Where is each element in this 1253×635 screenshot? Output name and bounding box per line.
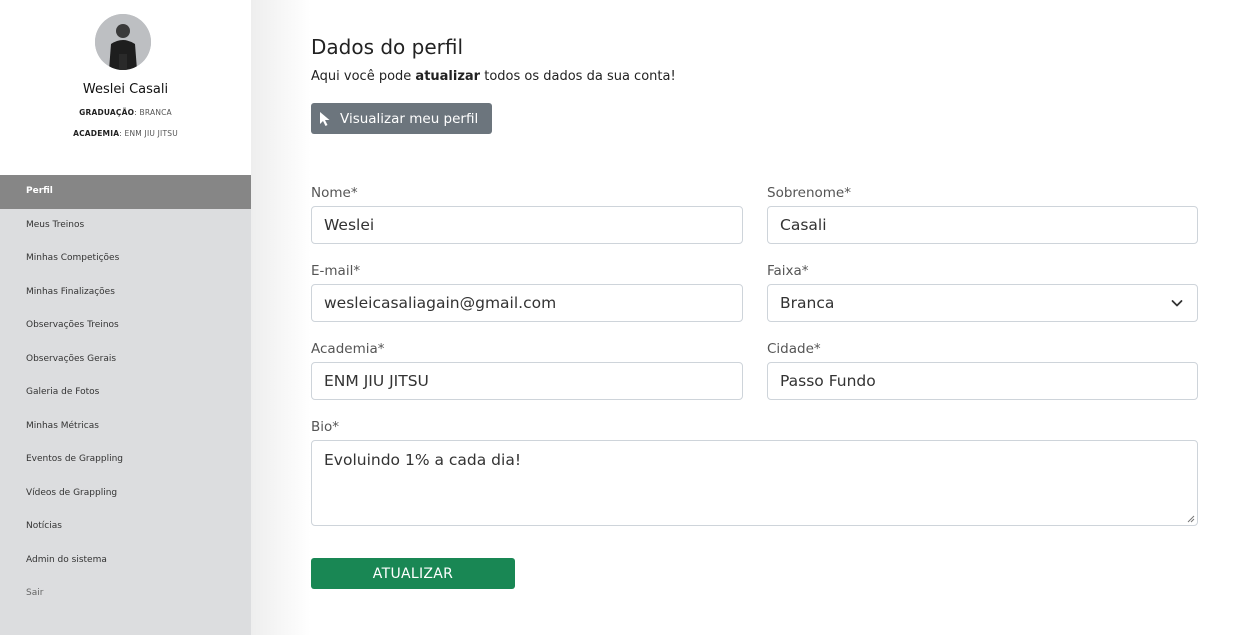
sidebar-item-observacoes-gerais[interactable]: Observações Gerais — [0, 343, 251, 377]
user-academy: ACADEMIA: ENM JIU JITSU — [0, 129, 251, 138]
sidebar-item-meus-treinos[interactable]: Meus Treinos — [0, 209, 251, 243]
email-label: E-mail* — [311, 263, 361, 279]
view-profile-label: Visualizar meu perfil — [340, 110, 479, 127]
city-input[interactable]: Passo Fundo — [767, 362, 1198, 400]
bio-value: Evoluindo 1% a cada dia! — [324, 451, 522, 469]
sidebar-item-galeria-de-fotos[interactable]: Galeria de Fotos — [0, 376, 251, 410]
subtitle-prefix: Aqui você pode — [311, 69, 416, 84]
sidebar-item-sair[interactable]: Sair — [0, 577, 251, 611]
sidebar-item-eventos-de-grappling[interactable]: Eventos de Grappling — [0, 443, 251, 477]
sidebar-item-admin-do-sistema[interactable]: Admin do sistema — [0, 544, 251, 578]
sidebar-item-noticias[interactable]: Notícias — [0, 510, 251, 544]
academy-value: : ENM JIU JITSU — [119, 129, 178, 138]
app: Weslei Casali GRADUAÇÃO: BRANCA ACADEMIA… — [0, 0, 1253, 635]
bio-label: Bio* — [311, 419, 340, 435]
avatar — [95, 14, 151, 70]
subtitle-bold: atualizar — [415, 69, 481, 84]
last-name-input[interactable]: Casali — [767, 206, 1198, 244]
user-name: Weslei Casali — [82, 82, 169, 97]
belt-label: Faixa* — [767, 263, 809, 279]
page-subtitle: Aqui você pode atualizar todos os dados … — [311, 69, 676, 84]
sidebar-item-minhas-finalizacoes[interactable]: Minhas Finalizações — [0, 276, 251, 310]
graduation-value: : BRANCA — [134, 108, 172, 117]
sidebar-item-perfil[interactable]: Perfil — [0, 175, 251, 209]
profile-card: Weslei Casali GRADUAÇÃO: BRANCA ACADEMIA… — [0, 0, 251, 175]
page-title: Dados do perfil — [311, 35, 464, 59]
academy-field-label: Academia* — [311, 341, 385, 357]
cursor-pointer-icon — [320, 111, 330, 126]
chevron-down-icon — [1171, 300, 1183, 307]
last-name-label: Sobrenome* — [767, 185, 851, 201]
resize-handle-icon[interactable] — [1186, 514, 1195, 523]
sidebar-shadow — [251, 0, 311, 635]
sidebar-item-observacoes-treinos[interactable]: Observações Treinos — [0, 309, 251, 343]
academy-label: ACADEMIA — [73, 129, 120, 138]
first-name-input[interactable]: Weslei — [311, 206, 743, 244]
user-graduation: GRADUAÇÃO: BRANCA — [0, 108, 251, 117]
first-name-label: Nome* — [311, 185, 358, 201]
graduation-label: GRADUAÇÃO — [79, 108, 135, 117]
view-profile-button[interactable]: Visualizar meu perfil — [311, 103, 492, 134]
sidebar-item-minhas-metricas[interactable]: Minhas Métricas — [0, 410, 251, 444]
subtitle-suffix: todos os dados da sua conta! — [480, 69, 676, 84]
sidebar-item-videos-de-grappling[interactable]: Vídeos de Grappling — [0, 477, 251, 511]
belt-select[interactable]: Branca — [767, 284, 1198, 322]
academy-input[interactable]: ENM JIU JITSU — [311, 362, 743, 400]
sidebar-item-minhas-competicoes[interactable]: Minhas Competições — [0, 242, 251, 276]
belt-select-value: Branca — [780, 294, 835, 312]
bio-textarea[interactable]: Evoluindo 1% a cada dia! — [311, 440, 1198, 526]
sidebar: Weslei Casali GRADUAÇÃO: BRANCA ACADEMIA… — [0, 0, 251, 635]
email-input[interactable]: wesleicasaliagain@gmail.com — [311, 284, 743, 322]
sidebar-menu: Perfil Meus Treinos Minhas Competições M… — [0, 175, 251, 635]
update-button[interactable]: ATUALIZAR — [311, 558, 515, 589]
city-label: Cidade* — [767, 341, 821, 357]
